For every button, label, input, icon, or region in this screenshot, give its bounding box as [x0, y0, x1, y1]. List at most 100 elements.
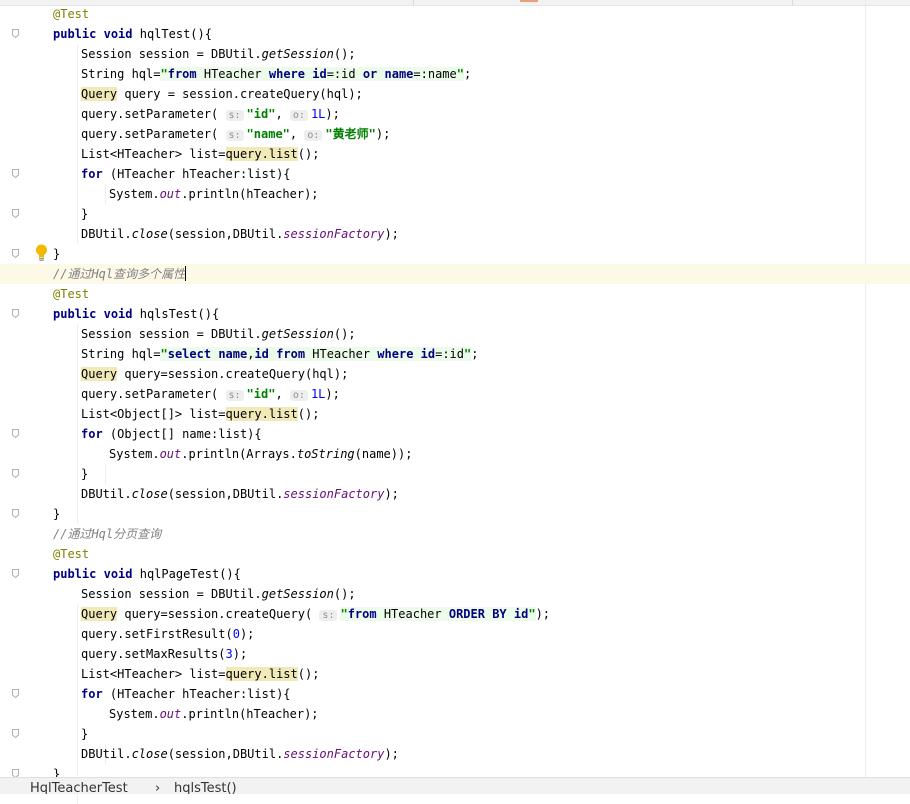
code-line[interactable]: } [0, 504, 910, 524]
fold-marker-icon[interactable] [12, 29, 19, 38]
code-text: String hql="from HTeacher where id=:id o… [81, 64, 471, 84]
code-token: (HTeacher hTeacher:list){ [102, 687, 291, 701]
code-token: id [254, 347, 269, 361]
code-line[interactable]: System.out.println(Arrays.toString(name)… [0, 444, 910, 464]
code-line[interactable]: public void hqlPageTest(){ [0, 564, 910, 584]
code-line[interactable]: query.setParameter( s: "id", o: 1L); [0, 384, 910, 404]
lightbulb-icon[interactable] [35, 244, 48, 261]
code-line[interactable]: System.out.println(hTeacher); [0, 184, 910, 204]
code-line[interactable]: List<Object[]> list=query.list(); [0, 404, 910, 424]
code-line[interactable]: for (HTeacher hTeacher:list){ [0, 684, 910, 704]
code-token: .println(hTeacher); [181, 707, 319, 721]
code-token: sessionFactory [283, 227, 385, 241]
code-line[interactable]: String hql="select name,id from HTeacher… [0, 344, 910, 364]
code-token: Query [81, 87, 118, 101]
code-line[interactable]: @Test [0, 4, 910, 24]
code-token: , [289, 127, 305, 141]
code-line[interactable]: @Test [0, 544, 910, 564]
code-line[interactable]: DBUtil.close(session,DBUtil.sessionFacto… [0, 744, 910, 764]
code-token: "黄老师" [325, 127, 376, 141]
code-token: ); [384, 747, 399, 761]
code-token: getSession [261, 327, 334, 341]
code-token: ); [325, 107, 340, 121]
code-line[interactable]: for (HTeacher hTeacher:list){ [0, 164, 910, 184]
code-text: System.out.println(hTeacher); [109, 704, 319, 724]
code-line[interactable]: @Test [0, 284, 910, 304]
code-token: close [131, 747, 168, 761]
code-token: query.setParameter( [81, 107, 226, 121]
code-token: query.setParameter( [81, 127, 226, 141]
code-line[interactable]: query.setMaxResults(3); [0, 644, 910, 664]
fold-marker-icon[interactable] [12, 469, 19, 478]
code-text: for (HTeacher hTeacher:list){ [81, 164, 291, 184]
code-line[interactable]: //通过Hql查询多个属性 [0, 264, 910, 284]
parameter-hint: o: [289, 110, 308, 121]
code-line[interactable]: DBUtil.close(session,DBUtil.sessionFacto… [0, 224, 910, 244]
code-token: "id" [246, 107, 276, 121]
code-line[interactable]: List<HTeacher> list=query.list(); [0, 144, 910, 164]
code-line[interactable]: } [0, 724, 910, 744]
code-line[interactable]: Session session = DBUtil.getSession(); [0, 44, 910, 64]
code-token: , [275, 107, 290, 121]
code-token: ); [239, 627, 255, 641]
fold-marker-icon[interactable] [12, 689, 19, 698]
breadcrumb-method[interactable]: hqlsTest() [174, 781, 237, 794]
code-token: id [312, 67, 327, 81]
code-token: ; [471, 347, 479, 361]
fold-marker-icon[interactable] [12, 729, 19, 738]
code-line[interactable]: String hql="from HTeacher where id=:id o… [0, 64, 910, 84]
code-line[interactable]: for (Object[] name:list){ [0, 424, 910, 444]
breadcrumb: HqlTeacherTest › hqlsTest() [0, 777, 910, 794]
code-line[interactable]: Query query=session.createQuery( s: "from… [0, 604, 910, 624]
code-token: for [81, 427, 103, 441]
code-line[interactable]: Session session = DBUtil.getSession(); [0, 324, 910, 344]
code-token: } [81, 467, 89, 481]
parameter-hint: s: [225, 390, 244, 401]
fold-marker-icon[interactable] [12, 429, 19, 438]
code-line[interactable]: public void hqlTest(){ [0, 24, 910, 44]
code-line[interactable]: query.setFirstResult(0); [0, 624, 910, 644]
code-text: List<HTeacher> list=query.list(); [81, 144, 319, 164]
code-token: void [103, 567, 133, 581]
fold-marker-icon[interactable] [12, 309, 19, 318]
fold-marker-icon[interactable] [12, 509, 19, 518]
code-line[interactable]: query.setParameter( s: "id", o: 1L); [0, 104, 910, 124]
fold-marker-icon[interactable] [12, 249, 19, 258]
fold-marker-icon[interactable] [12, 209, 19, 218]
code-token: .println(hTeacher); [181, 187, 319, 201]
code-token: } [53, 507, 61, 521]
code-token: .println(Arrays. [181, 447, 297, 461]
breadcrumb-class[interactable]: HqlTeacherTest [30, 781, 128, 794]
code-line[interactable]: System.out.println(hTeacher); [0, 704, 910, 724]
code-line[interactable]: Session session = DBUtil.getSession(); [0, 584, 910, 604]
code-token: List<Object[]> list= [81, 407, 226, 421]
code-line[interactable]: public void hqlsTest(){ [0, 304, 910, 324]
code-line[interactable]: } [0, 244, 910, 264]
code-line[interactable]: } [0, 464, 910, 484]
code-line[interactable]: Query query = session.createQuery(hql); [0, 84, 910, 104]
code-text: } [53, 504, 60, 524]
code-token: getSession [261, 587, 334, 601]
code-line[interactable]: List<HTeacher> list=query.list(); [0, 664, 910, 684]
fold-marker-icon[interactable] [12, 569, 19, 578]
code-token [377, 67, 385, 81]
code-token: query.list [225, 667, 298, 681]
code-token: ); [375, 127, 391, 141]
code-line[interactable]: } [0, 204, 910, 224]
code-token: } [53, 247, 61, 261]
code-token: from [276, 347, 306, 361]
code-text: List<Object[]> list=query.list(); [81, 404, 319, 424]
code-line[interactable]: //通过Hql分页查询 [0, 524, 910, 544]
code-token: query.list [225, 147, 298, 161]
code-text: DBUtil.close(session,DBUtil.sessionFacto… [81, 744, 399, 764]
code-text: for (Object[] name:list){ [81, 424, 262, 444]
code-line[interactable]: DBUtil.close(session,DBUtil.sessionFacto… [0, 484, 910, 504]
fold-marker-icon[interactable] [12, 169, 19, 178]
code-token: " [528, 607, 536, 621]
code-token: "name" [246, 127, 290, 141]
code-line[interactable]: query.setParameter( s: "name", o: "黄老师"); [0, 124, 910, 144]
code-line[interactable]: Query query=session.createQuery(hql); [0, 364, 910, 384]
code-token: String hql= [81, 67, 161, 81]
